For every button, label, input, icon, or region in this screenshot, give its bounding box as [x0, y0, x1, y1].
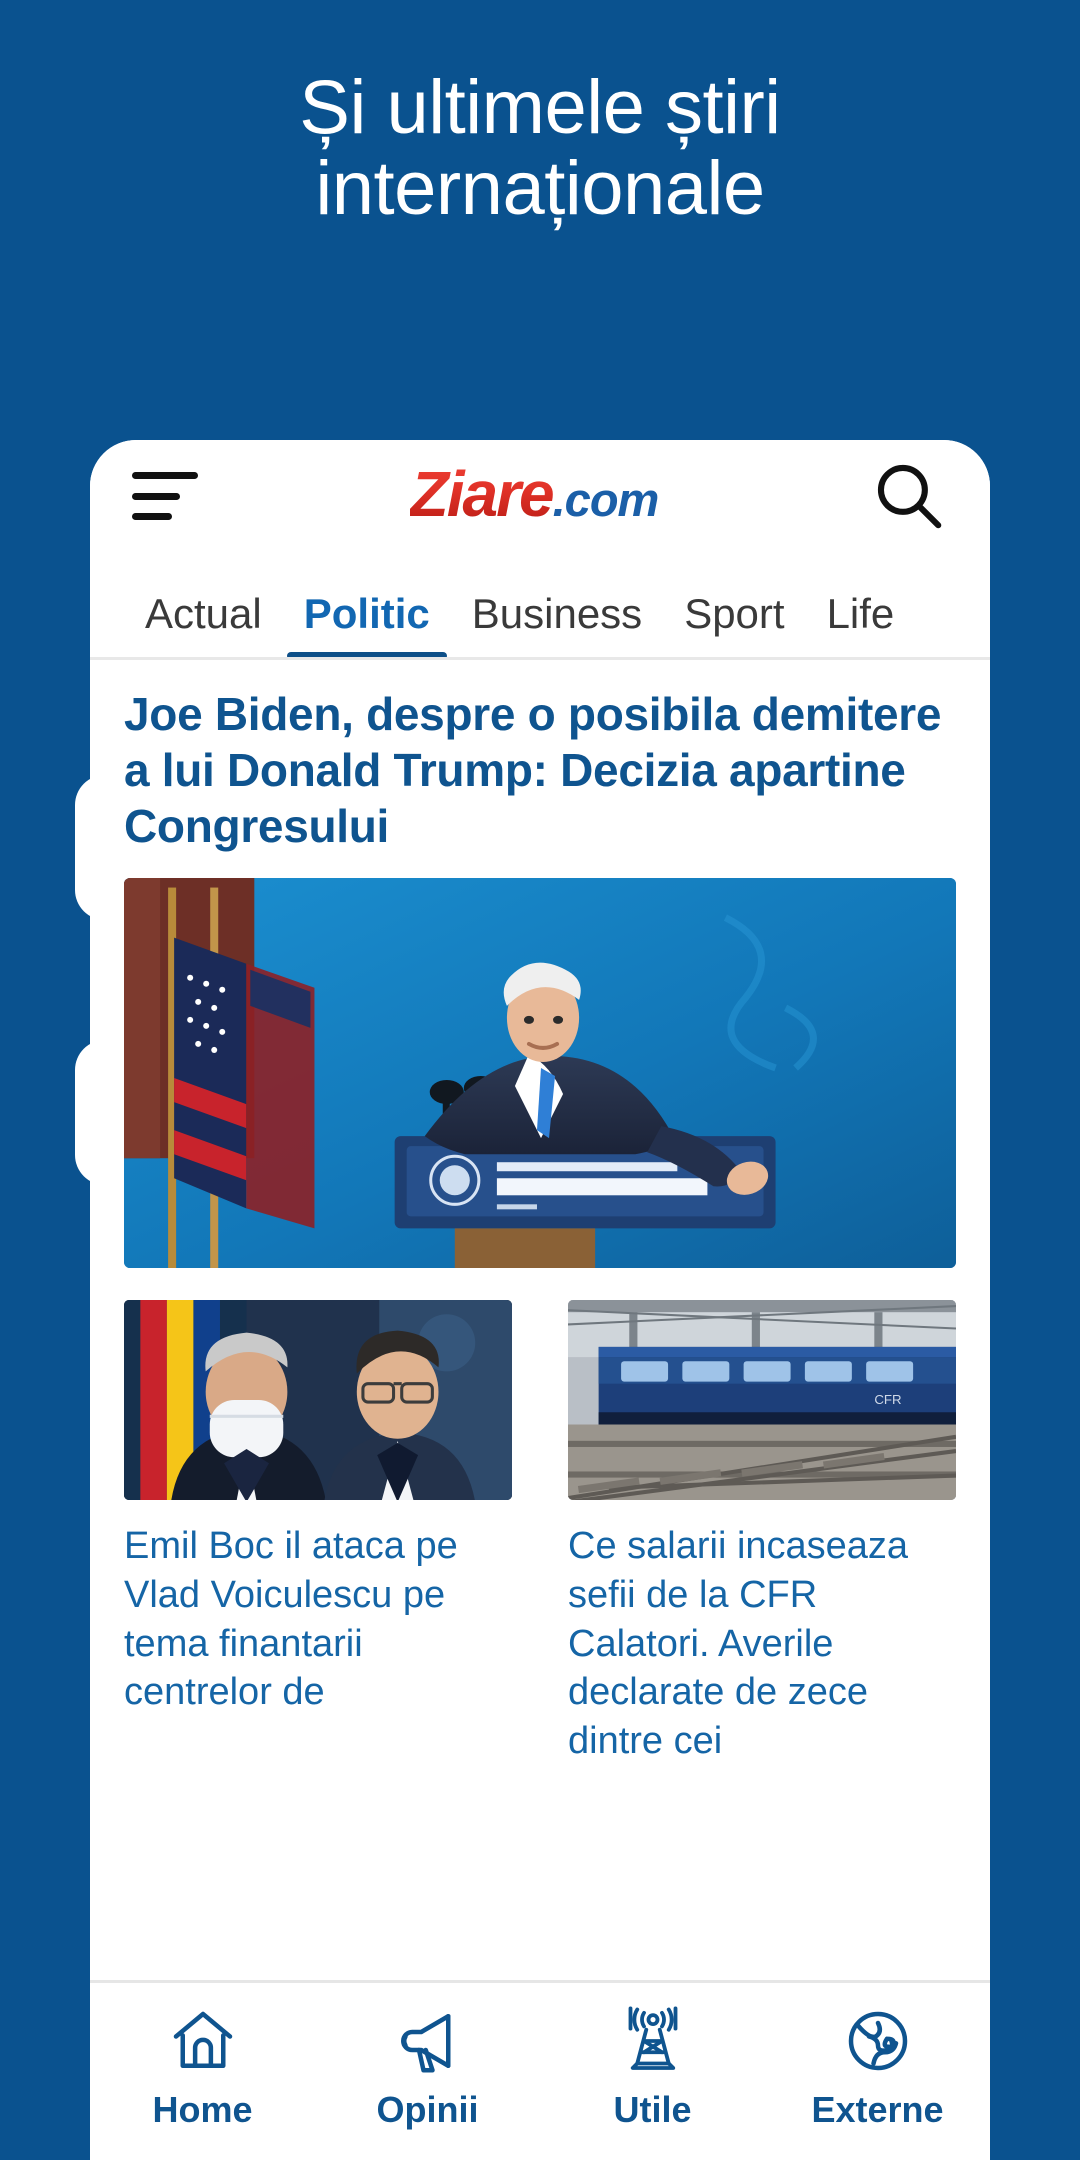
category-tabs: Actual Politic Business Sport Life [90, 552, 990, 660]
lead-article-title[interactable]: Joe Biden, despre o posibila demitere a … [90, 660, 990, 878]
article-card-title[interactable]: Emil Boc il ataca pe Vlad Voiculescu pe … [124, 1522, 512, 1717]
article-feed: Joe Biden, despre o posibila demitere a … [90, 660, 990, 1766]
tab-life[interactable]: Life [806, 590, 916, 660]
tab-sport[interactable]: Sport [663, 590, 805, 660]
article-cards-row: Emil Boc il ataca pe Vlad Voiculescu pe … [90, 1268, 990, 1765]
svg-text:CFR: CFR [874, 1392, 901, 1407]
article-card-image[interactable] [124, 1300, 512, 1501]
nav-label-opinii: Opinii [376, 2089, 479, 2130]
article-card[interactable]: Emil Boc il ataca pe Vlad Voiculescu pe … [124, 1300, 512, 1765]
nav-item-opinii[interactable]: Opinii [315, 2005, 540, 2131]
article-card[interactable]: CFR Ce salarii incaseaza sefii de la CFR… [568, 1300, 956, 1765]
tab-actual[interactable]: Actual [124, 590, 283, 660]
megaphone-icon [392, 2005, 464, 2077]
promo-headline: Și ultimele știri internaționale [299, 65, 781, 231]
nav-item-externe[interactable]: Externe [765, 2005, 990, 2131]
nav-label-externe: Externe [811, 2089, 944, 2130]
nav-label-utile: Utile [613, 2089, 692, 2130]
app-header: Ziare.com [90, 440, 990, 552]
hamburger-line-3 [132, 513, 172, 520]
hamburger-line-2 [132, 492, 180, 500]
article-card-title[interactable]: Ce salarii incaseaza sefii de la CFR Cal… [568, 1522, 956, 1765]
app-logo[interactable]: Ziare.com [198, 462, 870, 526]
logo-suffix-text: .com [552, 473, 660, 526]
radio-tower-icon [617, 2005, 689, 2077]
globe-icon [842, 2005, 914, 2077]
article-card-image[interactable]: CFR [568, 1300, 956, 1501]
nav-item-utile[interactable]: Utile [540, 2005, 765, 2131]
bottom-navigation: Home Opinii Utile Externe [90, 1980, 990, 2160]
lead-article-image[interactable] [124, 878, 956, 1269]
nav-label-home: Home [152, 2089, 253, 2130]
logo-primary-text: Ziare [409, 458, 555, 530]
hamburger-menu-icon[interactable] [132, 472, 198, 520]
hamburger-line-1 [132, 472, 198, 479]
app-screen: Ziare.com Actual Politic Business Sport … [90, 440, 990, 2160]
tab-business[interactable]: Business [451, 590, 663, 660]
promo-screenshot: Și ultimele știri internaționale Ziare.c… [0, 0, 1080, 2160]
nav-item-home[interactable]: Home [90, 2005, 315, 2131]
tabs-divider [90, 657, 990, 660]
tab-politic[interactable]: Politic [283, 590, 451, 660]
search-icon[interactable] [870, 457, 948, 535]
home-icon [167, 2005, 239, 2077]
